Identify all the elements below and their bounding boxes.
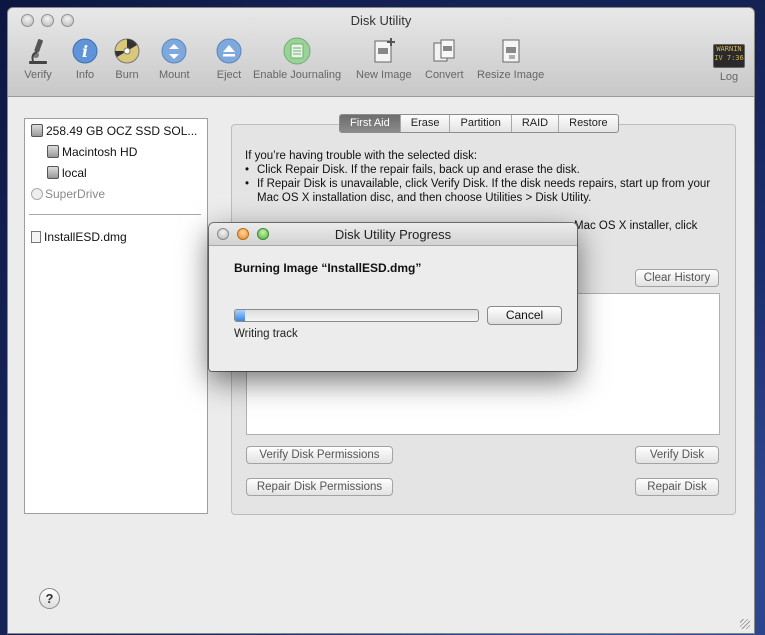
- repair-disk-button[interactable]: Repair Disk: [635, 478, 719, 496]
- toolbar-convert-button[interactable]: Convert: [425, 36, 464, 81]
- volume-icon: [47, 145, 59, 158]
- window-titlebar: Disk Utility Verify i Info Burn Mount Ej…: [8, 8, 754, 97]
- resize-image-icon: [502, 39, 520, 63]
- dialog-heading: Burning Image “InstallESD.dmg”: [234, 261, 422, 275]
- tab-raid[interactable]: RAID: [510, 115, 558, 132]
- bullet-text: Click Repair Disk. If the repair fails, …: [257, 164, 580, 176]
- superdrive-icon: [31, 188, 43, 200]
- disk-image-icon: [31, 231, 41, 243]
- sidebar-item-macintosh-hd[interactable]: Macintosh HD: [47, 145, 137, 159]
- dialog-title: Disk Utility Progress: [334, 227, 452, 242]
- window-title: Disk Utility: [350, 13, 412, 28]
- toolbar-verify-button[interactable]: Verify: [23, 36, 53, 81]
- eject-icon: [216, 38, 242, 64]
- sidebar-item-installesd[interactable]: InstallESD.dmg: [31, 230, 127, 244]
- info-icon: i: [72, 38, 98, 64]
- progress-dialog: Disk Utility Progress Burning Image “Ins…: [209, 223, 577, 371]
- device-sidebar[interactable]: 258.49 GB OCZ SSD SOL... Macintosh HD lo…: [24, 118, 208, 514]
- tab-restore[interactable]: Restore: [558, 115, 618, 132]
- tab-partition[interactable]: Partition: [449, 115, 510, 132]
- toolbar-log-button[interactable]: WARNIN IV 7:36 Log: [713, 36, 745, 83]
- cancel-button[interactable]: Cancel: [487, 306, 562, 325]
- bullet-text: If Repair Disk is unavailable, click Ver…: [257, 178, 711, 204]
- instruction-bullet: • If Repair Disk is unavailable, click Ve…: [245, 177, 725, 205]
- instruction-bullet: • Click Repair Disk. If the repair fails,…: [245, 164, 580, 176]
- toolbar-info-label: Info: [75, 69, 95, 81]
- burn-progress-bar: [234, 309, 479, 322]
- partial-instruction-text: Mac OS X installer, click: [574, 220, 698, 232]
- verify-disk-button[interactable]: Verify Disk: [635, 446, 719, 464]
- tab-bar: First Aid Erase Partition RAID Restore: [339, 114, 619, 133]
- help-button[interactable]: ?: [39, 588, 60, 609]
- dialog-titlebar: Disk Utility Progress: [209, 223, 577, 246]
- toolbar-burn-button[interactable]: Burn: [112, 36, 142, 81]
- sidebar-item-superdrive[interactable]: SuperDrive: [31, 187, 105, 201]
- toolbar-enable-journaling-button[interactable]: Enable Journaling: [253, 36, 341, 81]
- new-image-icon: [374, 38, 395, 63]
- sidebar-volume-label: local: [62, 166, 87, 180]
- instructions-intro: If you’re having trouble with the select…: [245, 150, 478, 162]
- tab-erase[interactable]: Erase: [399, 115, 450, 132]
- burn-disc-icon: [114, 38, 140, 64]
- toolbar-new-image-button[interactable]: New Image: [356, 36, 412, 81]
- sidebar-volume-label: Macintosh HD: [62, 145, 138, 159]
- log-icon: WARNIN IV 7:36: [713, 44, 745, 68]
- toolbar-eject-label: Eject: [216, 69, 242, 81]
- toolbar-new-image-label: New Image: [356, 69, 412, 81]
- verify-disk-permissions-button[interactable]: Verify Disk Permissions: [246, 446, 393, 464]
- toolbar-eject-button[interactable]: Eject: [214, 36, 244, 81]
- toolbar-mount-button[interactable]: Mount: [159, 36, 190, 81]
- mount-icon: [161, 38, 187, 64]
- progress-fill: [235, 310, 245, 321]
- sidebar-disk-label: 258.49 GB OCZ SSD SOL...: [46, 124, 198, 138]
- sidebar-image-label: InstallESD.dmg: [44, 230, 127, 244]
- journaling-icon: [283, 37, 311, 65]
- toolbar-info-button[interactable]: i Info: [70, 36, 100, 81]
- convert-icon: [433, 39, 455, 62]
- sidebar-superdrive-label: SuperDrive: [45, 187, 106, 201]
- sidebar-item-disk[interactable]: 258.49 GB OCZ SSD SOL...: [31, 124, 197, 138]
- microscope-icon: [29, 39, 47, 64]
- toolbar-mount-label: Mount: [159, 69, 190, 81]
- dialog-status: Writing track: [234, 328, 298, 340]
- svg-text:i: i: [82, 42, 88, 61]
- sidebar-separator: [29, 214, 201, 215]
- toolbar-log-label: Log: [719, 71, 739, 83]
- volume-icon: [47, 166, 59, 179]
- toolbar-verify-label: Verify: [24, 69, 52, 81]
- toolbar-convert-label: Convert: [425, 69, 464, 81]
- toolbar-enable-journaling-label: Enable Journaling: [253, 69, 342, 81]
- hard-disk-icon: [31, 124, 43, 137]
- toolbar-resize-image-button[interactable]: Resize Image: [477, 36, 544, 81]
- repair-disk-permissions-button[interactable]: Repair Disk Permissions: [246, 478, 393, 496]
- window-resize-handle[interactable]: [740, 619, 750, 629]
- tab-first-aid[interactable]: First Aid: [340, 115, 400, 132]
- clear-history-button[interactable]: Clear History: [635, 269, 719, 287]
- sidebar-item-local[interactable]: local: [47, 166, 87, 180]
- toolbar-resize-image-label: Resize Image: [477, 69, 545, 81]
- first-aid-instructions: If you’re having trouble with the select…: [245, 149, 725, 205]
- toolbar-burn-label: Burn: [115, 69, 139, 81]
